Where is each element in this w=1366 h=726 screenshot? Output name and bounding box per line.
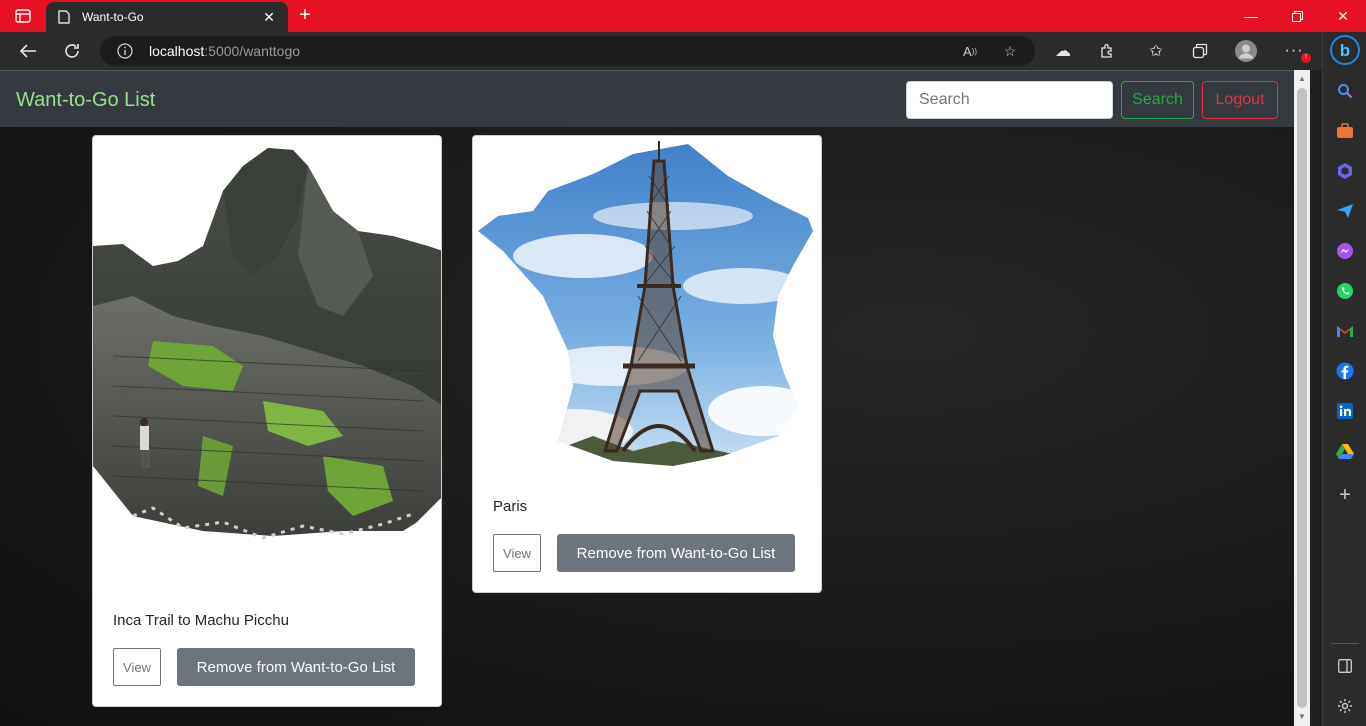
extensions-puzzle-icon[interactable] xyxy=(1094,38,1120,64)
navbar-brand[interactable]: Want-to-Go List xyxy=(16,89,155,112)
extension-cloud-icon[interactable]: ☁ xyxy=(1050,38,1076,64)
tools-briefcase-icon[interactable] xyxy=(1329,115,1361,147)
browser-sidebar: b + xyxy=(1322,32,1366,726)
read-aloud-icon[interactable]: A)) xyxy=(959,40,981,62)
minimize-icon[interactable]: — xyxy=(1228,0,1274,32)
view-button[interactable]: View xyxy=(493,534,541,572)
app-navbar: Want-to-Go List Search Logout xyxy=(0,70,1294,127)
search-icon[interactable] xyxy=(1329,75,1361,107)
sidebar-settings-gear-icon[interactable] xyxy=(1329,690,1361,722)
messenger-icon[interactable] xyxy=(1329,235,1361,267)
back-icon[interactable] xyxy=(15,38,41,64)
url-host: localhost xyxy=(149,43,205,59)
machu-picchu-image xyxy=(93,148,441,586)
linkedin-icon[interactable] xyxy=(1329,395,1361,427)
profile-avatar-icon[interactable] xyxy=(1233,38,1259,64)
view-button[interactable]: View xyxy=(113,648,161,686)
restore-icon[interactable] xyxy=(1274,0,1320,32)
hide-sidebar-icon[interactable] xyxy=(1329,650,1361,682)
tab-title: Want-to-Go xyxy=(82,10,144,24)
scroll-down-arrow-icon[interactable]: ▼ xyxy=(1294,710,1310,724)
whatsapp-icon[interactable] xyxy=(1329,275,1361,307)
address-bar[interactable]: localhost:5000/wanttogo A)) ☆ xyxy=(100,36,1035,66)
browser-toolbar: localhost:5000/wanttogo A)) ☆ ☁ ✩ ··· ! xyxy=(0,32,1322,70)
card-title: Inca Trail to Machu Picchu xyxy=(113,612,289,629)
tab-actions-icon[interactable] xyxy=(0,0,46,32)
settings-more-icon[interactable]: ··· ! xyxy=(1281,38,1311,64)
browser-titlebar: Want-to-Go ✕ + — ✕ xyxy=(0,0,1366,32)
gmail-icon[interactable] xyxy=(1329,315,1361,347)
info-icon[interactable] xyxy=(114,40,136,62)
svg-text:b: b xyxy=(1340,41,1350,60)
destination-card: Paris View Remove from Want-to-Go List xyxy=(472,135,822,593)
google-drive-icon[interactable] xyxy=(1329,435,1361,467)
remove-from-list-button[interactable]: Remove from Want-to-Go List xyxy=(557,534,795,572)
facebook-icon[interactable] xyxy=(1329,355,1361,387)
page-icon xyxy=(58,10,70,24)
logout-button[interactable]: Logout xyxy=(1202,81,1278,119)
destination-card: Inca Trail to Machu Picchu View Remove f… xyxy=(92,135,442,707)
search-input[interactable] xyxy=(906,81,1113,119)
favorites-icon[interactable]: ✩ xyxy=(1143,38,1169,64)
search-button[interactable]: Search xyxy=(1121,81,1194,119)
collections-icon[interactable] xyxy=(1187,38,1213,64)
add-sidebar-app-icon[interactable]: + xyxy=(1329,479,1361,511)
url-text[interactable]: localhost:5000/wanttogo xyxy=(149,43,300,59)
send-icon[interactable] xyxy=(1329,195,1361,227)
page-scrollbar[interactable]: ▲ ▼ xyxy=(1294,70,1310,726)
bing-icon[interactable]: b xyxy=(1329,34,1361,66)
page-viewport: Want-to-Go List Search Logout xyxy=(0,70,1294,726)
card-title: Paris xyxy=(493,498,528,515)
scrollbar-thumb[interactable] xyxy=(1297,88,1307,708)
close-tab-icon[interactable]: ✕ xyxy=(260,9,278,26)
remove-from-list-button[interactable]: Remove from Want-to-Go List xyxy=(177,648,415,686)
url-path: :5000/wanttogo xyxy=(204,43,301,59)
office-icon[interactable] xyxy=(1329,155,1361,187)
sidebar-divider xyxy=(1331,643,1359,644)
scroll-up-arrow-icon[interactable]: ▲ xyxy=(1294,72,1310,86)
refresh-icon[interactable] xyxy=(59,38,85,64)
favorite-star-icon[interactable]: ☆ xyxy=(999,40,1021,62)
browser-tab[interactable]: Want-to-Go ✕ xyxy=(46,2,288,32)
new-tab-icon[interactable]: + xyxy=(292,4,318,28)
paris-eiffel-tower-image xyxy=(478,141,813,466)
close-window-icon[interactable]: ✕ xyxy=(1320,0,1366,32)
